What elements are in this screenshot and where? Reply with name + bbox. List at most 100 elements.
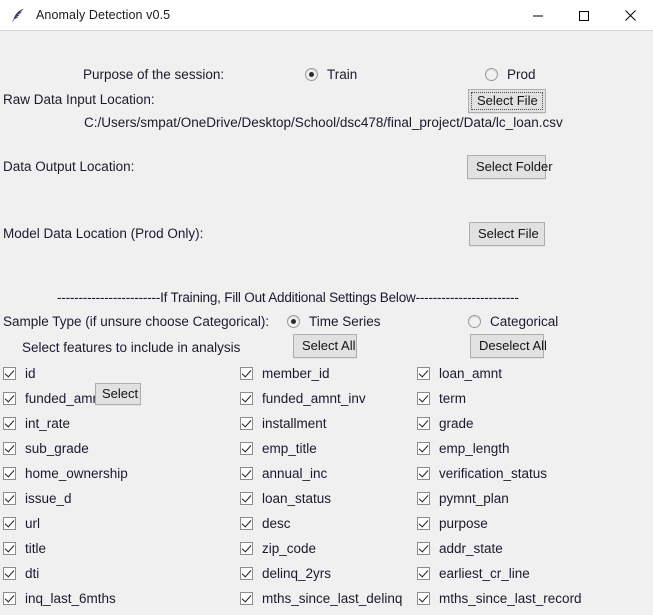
feature-checkbox-row[interactable]: installment — [240, 416, 327, 431]
feature-checkbox-row[interactable]: title — [3, 541, 46, 556]
radio-time-series-indicator[interactable] — [287, 315, 300, 328]
checkbox-label: desc — [262, 516, 291, 531]
feature-checkbox-row[interactable]: desc — [240, 516, 291, 531]
checkbox-indicator[interactable] — [417, 567, 430, 580]
checkbox-label: addr_state — [439, 541, 503, 556]
feature-checkbox-row[interactable]: member_id — [240, 366, 330, 381]
feature-checkbox-row[interactable]: dti — [3, 566, 39, 581]
raw-data-select-file-button[interactable]: Select File — [468, 89, 546, 113]
checkbox-label: url — [25, 516, 41, 531]
checkbox-label: emp_title — [262, 441, 317, 456]
checkbox-indicator[interactable] — [240, 492, 253, 505]
checkbox-label: member_id — [262, 366, 330, 381]
checkbox-indicator[interactable] — [240, 467, 253, 480]
checkbox-label: loan_status — [262, 491, 332, 506]
feature-checkbox-row[interactable]: pymnt_plan — [417, 491, 509, 506]
window-controls — [515, 0, 653, 31]
radio-categorical[interactable]: Categorical — [468, 314, 558, 329]
window-title: Anomaly Detection v0.5 — [36, 8, 171, 22]
checkbox-indicator[interactable] — [417, 467, 430, 480]
checkbox-label: earliest_cr_line — [439, 566, 530, 581]
checkbox-indicator[interactable] — [240, 592, 253, 605]
feature-checkbox-row[interactable]: loan_amnt — [417, 366, 502, 381]
feature-checkbox-row[interactable]: emp_length — [417, 441, 510, 456]
close-button[interactable] — [607, 0, 653, 31]
checkbox-indicator[interactable] — [240, 392, 253, 405]
checkbox-label: mths_since_last_record — [439, 591, 582, 606]
checkbox-indicator[interactable] — [3, 542, 16, 555]
floating-select-button[interactable]: Select — [95, 383, 141, 405]
feature-checkbox-row[interactable]: annual_inc — [240, 466, 327, 481]
checkbox-indicator[interactable] — [3, 392, 16, 405]
select-all-button[interactable]: Select All — [293, 334, 357, 358]
feature-checkbox-row[interactable]: url — [3, 516, 40, 531]
radio-prod-indicator[interactable] — [485, 68, 498, 81]
checkbox-indicator[interactable] — [240, 517, 253, 530]
feature-checkbox-row[interactable]: issue_d — [3, 491, 72, 506]
checkbox-indicator[interactable] — [417, 392, 430, 405]
checkbox-indicator[interactable] — [3, 442, 16, 455]
select-features-label: Select features to include in analysis — [22, 340, 241, 355]
deselect-all-button[interactable]: Deselect All — [470, 334, 547, 358]
feature-checkbox-row[interactable]: grade — [417, 416, 474, 431]
checkbox-indicator[interactable] — [240, 417, 253, 430]
checkbox-label: mths_since_last_delinq — [262, 591, 403, 606]
feature-checkbox-row[interactable]: addr_state — [417, 541, 503, 556]
minimize-button[interactable] — [515, 0, 561, 31]
radio-categorical-indicator[interactable] — [468, 315, 481, 328]
radio-categorical-label: Categorical — [490, 314, 559, 329]
radio-time-series-label: Time Series — [309, 314, 381, 329]
radio-time-series[interactable]: Time Series — [287, 314, 381, 329]
checkbox-indicator[interactable] — [240, 367, 253, 380]
checkbox-indicator[interactable] — [3, 592, 16, 605]
checkbox-indicator[interactable] — [240, 542, 253, 555]
checkbox-indicator[interactable] — [3, 492, 16, 505]
feature-checkbox-row[interactable]: mths_since_last_delinq — [240, 591, 402, 606]
checkbox-indicator[interactable] — [417, 592, 430, 605]
checkbox-indicator[interactable] — [417, 517, 430, 530]
checkbox-label: funded_amnt — [25, 391, 104, 406]
feature-checkbox-row[interactable]: loan_status — [240, 491, 331, 506]
main-form: Purpose of the session: Train Prod Raw D… — [0, 31, 653, 615]
checkbox-indicator[interactable] — [3, 417, 16, 430]
maximize-button[interactable] — [561, 0, 607, 31]
training-divider-text: ------------------------If Training, Fil… — [57, 290, 519, 305]
checkbox-indicator[interactable] — [240, 567, 253, 580]
feature-checkbox-row[interactable]: earliest_cr_line — [417, 566, 530, 581]
checkbox-indicator[interactable] — [417, 417, 430, 430]
feature-checkbox-row[interactable]: term — [417, 391, 466, 406]
checkbox-indicator[interactable] — [417, 367, 430, 380]
raw-data-path-text: C:/Users/smpat/OneDrive/Desktop/School/d… — [84, 115, 563, 130]
model-data-select-file-button[interactable]: Select File — [469, 222, 545, 246]
data-output-select-folder-button[interactable]: Select Folder — [467, 155, 553, 179]
feature-checkbox-row[interactable]: zip_code — [240, 541, 316, 556]
checkbox-indicator[interactable] — [417, 492, 430, 505]
feature-checkbox-row[interactable]: emp_title — [240, 441, 317, 456]
checkbox-indicator[interactable] — [3, 467, 16, 480]
radio-train-indicator[interactable] — [305, 68, 318, 81]
feature-checkbox-row[interactable]: verification_status — [417, 466, 547, 481]
feature-checkbox-row[interactable]: int_rate — [3, 416, 70, 431]
radio-train[interactable]: Train — [305, 67, 357, 82]
radio-prod[interactable]: Prod — [485, 67, 536, 82]
checkbox-label: inq_last_6mths — [25, 591, 116, 606]
checkbox-indicator[interactable] — [240, 442, 253, 455]
checkbox-indicator[interactable] — [3, 567, 16, 580]
feature-checkbox-row[interactable]: purpose — [417, 516, 488, 531]
checkbox-label: purpose — [439, 516, 488, 531]
feature-checkbox-row[interactable]: mths_since_last_record — [417, 591, 582, 606]
feature-checkbox-row[interactable]: funded_amnt — [3, 391, 104, 406]
feature-checkbox-row[interactable]: home_ownership — [3, 466, 128, 481]
feature-checkbox-row[interactable]: inq_last_6mths — [3, 591, 116, 606]
raw-data-input-label: Raw Data Input Location: — [3, 92, 155, 107]
checkbox-indicator[interactable] — [3, 517, 16, 530]
checkbox-indicator[interactable] — [417, 542, 430, 555]
checkbox-indicator[interactable] — [3, 367, 16, 380]
purpose-label: Purpose of the session: — [83, 67, 225, 82]
checkbox-label: term — [439, 391, 466, 406]
feature-checkbox-row[interactable]: funded_amnt_inv — [240, 391, 366, 406]
feature-checkbox-row[interactable]: id — [3, 366, 36, 381]
feature-checkbox-row[interactable]: delinq_2yrs — [240, 566, 331, 581]
feature-checkbox-row[interactable]: sub_grade — [3, 441, 89, 456]
checkbox-indicator[interactable] — [417, 442, 430, 455]
